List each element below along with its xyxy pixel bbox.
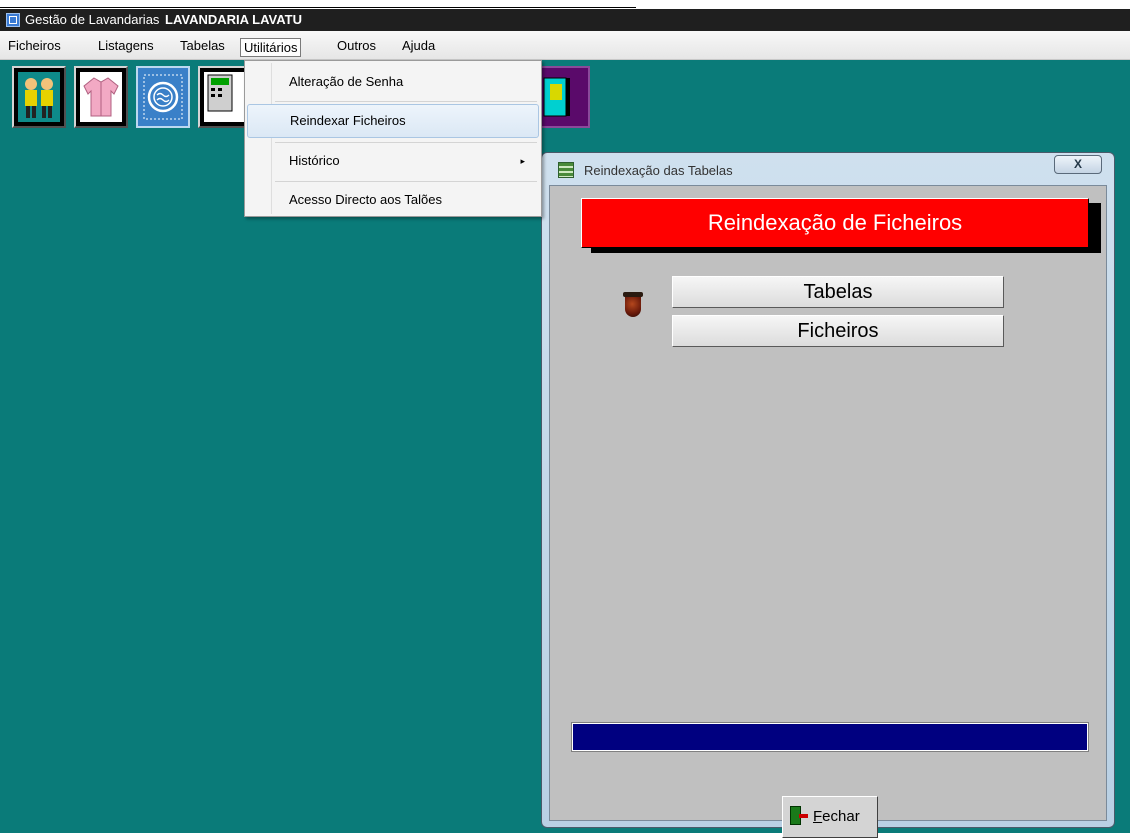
toolbar	[0, 60, 1130, 132]
arrow-shape	[799, 814, 808, 818]
menu-item-label: Reindexar Ficheiros	[290, 113, 406, 128]
reindex-dialog: Reindexação das Tabelas X Reindexação de…	[541, 152, 1115, 838]
menu-bar: Ficheiros Listagens Tabelas Utilitários …	[0, 31, 1130, 60]
cropped-caption-strip	[0, 0, 1130, 9]
dialog-banner: Reindexação de Ficheiros	[581, 198, 1089, 248]
toolbar-exit-button[interactable]	[534, 66, 590, 128]
menu-item-label: Histórico	[289, 153, 340, 168]
window-title: Gestão de Lavandarias	[25, 12, 160, 27]
table-window-icon	[558, 162, 574, 178]
washing-machine-icon	[142, 72, 184, 122]
dialog-title: Reindexação das Tabelas	[584, 163, 733, 178]
menu-item-historico[interactable]: Histórico ▸	[247, 144, 539, 178]
app-icon	[6, 13, 20, 27]
menu-separator	[275, 101, 537, 102]
menu-tabelas[interactable]: Tabelas	[177, 37, 228, 55]
menu-ajuda[interactable]: Ajuda	[399, 37, 438, 55]
progress-bar	[571, 722, 1089, 752]
menu-item-reindexar-ficheiros[interactable]: Reindexar Ficheiros	[247, 104, 539, 138]
cup-body	[625, 297, 641, 317]
cup-icon	[623, 292, 643, 318]
menu-separator	[275, 181, 537, 182]
menu-item-acesso-directo[interactable]: Acesso Directo aos Talões	[247, 183, 539, 217]
window-titlebar: Gestão de Lavandarias LAVANDARIA LAVATU	[0, 9, 1130, 31]
submenu-arrow-icon: ▸	[520, 156, 525, 166]
utilitarios-dropdown: Alteração de Senha Reindexar Ficheiros H…	[244, 60, 542, 217]
fechar-label: Fechar	[813, 808, 860, 825]
toolbar-laundry-button[interactable]	[136, 66, 190, 128]
toolbar-articles-button[interactable]	[74, 66, 128, 128]
cropped-underline	[0, 7, 636, 8]
tabelas-button[interactable]: Tabelas	[672, 276, 1004, 308]
menu-item-label: Alteração de Senha	[289, 74, 404, 89]
menu-utilitarios[interactable]: Utilitários	[240, 38, 302, 57]
company-name: LAVANDARIA LAVATU	[165, 12, 302, 27]
menu-item-label: Acesso Directo aos Talões	[289, 192, 442, 207]
menu-item-alteracao-senha[interactable]: Alteração de Senha	[247, 65, 539, 99]
dialog-client-area: Reindexação de Ficheiros Tabelas Ficheir…	[549, 185, 1107, 838]
people-icon	[18, 72, 60, 122]
toolbar-clients-button[interactable]	[12, 66, 66, 128]
menu-listagens[interactable]: Listagens	[95, 37, 157, 55]
calculator-icon	[204, 72, 246, 122]
menu-separator	[275, 142, 537, 143]
fechar-button[interactable]: Fechar	[782, 796, 878, 838]
menu-outros[interactable]: Outros	[334, 37, 379, 55]
exit-door-icon	[790, 806, 808, 826]
menu-ficheiros[interactable]: Ficheiros	[5, 37, 64, 55]
exit-door-icon	[540, 72, 584, 122]
close-button[interactable]: X	[1054, 155, 1102, 174]
ficheiros-button[interactable]: Ficheiros	[672, 315, 1004, 347]
shirt-icon	[80, 72, 122, 122]
